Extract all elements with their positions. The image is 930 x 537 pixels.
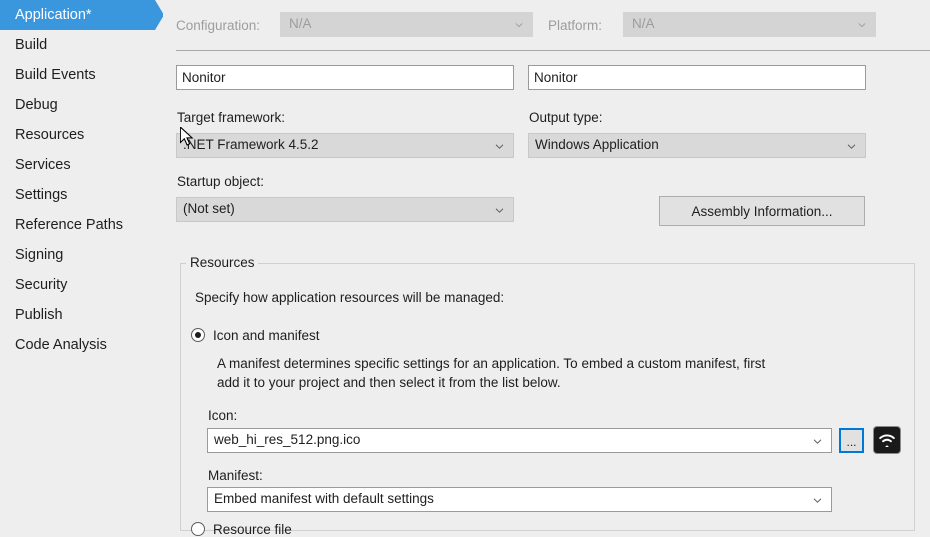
target-framework-value: .NET Framework 4.5.2 bbox=[183, 137, 319, 152]
sidebar-item-label: Services bbox=[15, 157, 71, 173]
sidebar-item-label: Debug bbox=[15, 97, 58, 113]
configuration-label: Configuration: bbox=[176, 18, 260, 33]
platform-value: N/A bbox=[632, 16, 655, 31]
chevron-down-icon bbox=[813, 497, 822, 504]
resource-file-radio[interactable] bbox=[191, 522, 205, 536]
manifest-dropdown[interactable]: Embed manifest with default settings bbox=[207, 487, 832, 512]
target-framework-dropdown[interactable]: .NET Framework 4.5.2 bbox=[176, 133, 514, 158]
sidebar-item-code-analysis[interactable]: Code Analysis bbox=[0, 330, 178, 360]
sidebar-item-label: Resources bbox=[15, 127, 84, 143]
sidebar-item-settings[interactable]: Settings bbox=[0, 180, 178, 210]
configuration-dropdown[interactable]: N/A bbox=[280, 12, 533, 37]
manifest-value: Embed manifest with default settings bbox=[214, 491, 434, 506]
sidebar-item-label: Reference Paths bbox=[15, 217, 123, 233]
manifest-description-line1: A manifest determines specific settings … bbox=[217, 354, 765, 373]
platform-dropdown[interactable]: N/A bbox=[623, 12, 876, 37]
sidebar-item-publish[interactable]: Publish bbox=[0, 300, 178, 330]
assembly-information-button[interactable]: Assembly Information... bbox=[659, 196, 865, 226]
sidebar-item-services[interactable]: Services bbox=[0, 150, 178, 180]
chevron-down-icon bbox=[495, 207, 504, 214]
icon-preview bbox=[874, 427, 900, 453]
sidebar-item-resources[interactable]: Resources bbox=[0, 120, 178, 150]
startup-object-dropdown[interactable]: (Not set) bbox=[176, 197, 514, 222]
icon-and-manifest-radio[interactable] bbox=[191, 328, 205, 342]
output-type-dropdown[interactable]: Windows Application bbox=[528, 133, 866, 158]
output-type-label: Output type: bbox=[529, 110, 603, 125]
sidebar-item-build[interactable]: Build bbox=[0, 30, 178, 60]
project-properties-window: Application* Build Build Events Debug Re… bbox=[0, 0, 930, 530]
sidebar-item-label: Settings bbox=[15, 187, 67, 203]
icon-dropdown[interactable]: web_hi_res_512.png.ico bbox=[207, 428, 832, 453]
icon-browse-button[interactable]: ... bbox=[839, 428, 864, 453]
chevron-down-icon bbox=[858, 21, 866, 29]
chevron-down-icon bbox=[515, 21, 523, 29]
configuration-platform-row: Configuration: N/A Platform: N/A bbox=[163, 0, 930, 50]
chevron-down-icon bbox=[847, 143, 856, 150]
application-properties-pane: Configuration: N/A Platform: N/A Target … bbox=[163, 0, 930, 530]
icon-and-manifest-label[interactable]: Icon and manifest bbox=[213, 328, 320, 343]
configuration-value: N/A bbox=[289, 16, 312, 31]
sidebar-item-label: Publish bbox=[15, 307, 63, 323]
manifest-description-line2: add it to your project and then select i… bbox=[217, 373, 561, 392]
properties-category-sidebar: Application* Build Build Events Debug Re… bbox=[0, 0, 163, 530]
startup-object-value: (Not set) bbox=[183, 201, 235, 216]
sidebar-item-label: Application* bbox=[15, 7, 92, 23]
sidebar-item-application[interactable]: Application* bbox=[0, 0, 178, 30]
icon-browse-button-label: ... bbox=[846, 436, 856, 451]
sidebar-item-build-events[interactable]: Build Events bbox=[0, 60, 178, 90]
resources-instruction: Specify how application resources will b… bbox=[195, 288, 504, 307]
assembly-name-input[interactable] bbox=[176, 65, 514, 90]
startup-object-label: Startup object: bbox=[177, 174, 264, 189]
sidebar-item-label: Signing bbox=[15, 247, 63, 263]
sidebar-item-label: Build Events bbox=[15, 67, 96, 83]
sidebar-item-security[interactable]: Security bbox=[0, 270, 178, 300]
sidebar-item-signing[interactable]: Signing bbox=[0, 240, 178, 270]
sidebar-item-debug[interactable]: Debug bbox=[0, 90, 178, 120]
icon-value: web_hi_res_512.png.ico bbox=[214, 432, 360, 447]
resources-groupbox-title: Resources bbox=[187, 255, 258, 270]
assembly-information-button-label: Assembly Information... bbox=[691, 204, 832, 219]
sidebar-item-reference-paths[interactable]: Reference Paths bbox=[0, 210, 178, 240]
chevron-down-icon bbox=[813, 438, 822, 445]
platform-label: Platform: bbox=[548, 18, 602, 33]
wifi-icon bbox=[878, 433, 896, 447]
output-type-value: Windows Application bbox=[535, 137, 659, 152]
manifest-label: Manifest: bbox=[208, 468, 263, 483]
sidebar-item-label: Build bbox=[15, 37, 47, 53]
target-framework-label: Target framework: bbox=[177, 110, 285, 125]
header-separator bbox=[176, 50, 930, 51]
sidebar-item-label: Code Analysis bbox=[15, 337, 107, 353]
icon-label: Icon: bbox=[208, 408, 237, 423]
root-namespace-input[interactable] bbox=[528, 65, 866, 90]
chevron-down-icon bbox=[495, 143, 504, 150]
sidebar-item-label: Security bbox=[15, 277, 67, 293]
